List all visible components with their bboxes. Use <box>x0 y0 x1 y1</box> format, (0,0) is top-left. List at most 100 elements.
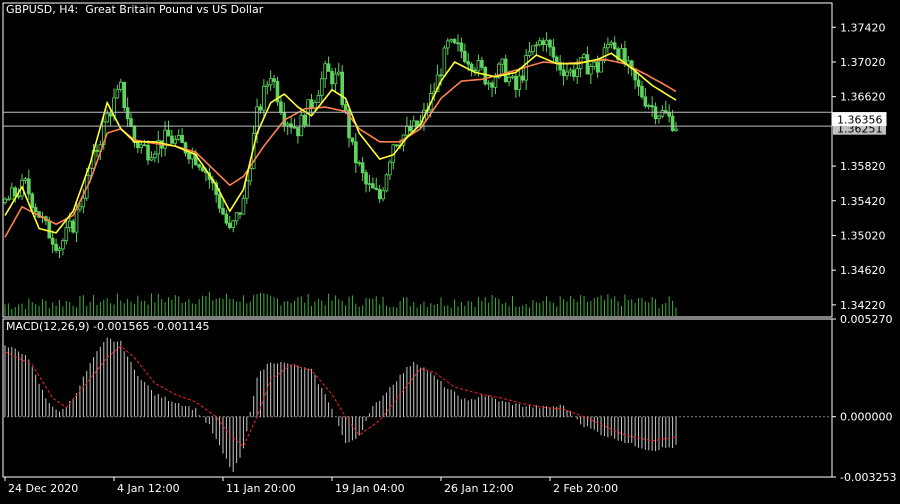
price-tick-label: 1.35020 <box>840 229 886 242</box>
candle-body <box>136 142 140 148</box>
time-tick-label: 2 Feb 20:00 <box>553 482 618 495</box>
candle <box>585 46 590 75</box>
candle-body <box>105 113 109 123</box>
candle <box>442 45 447 77</box>
candle-body <box>115 88 120 99</box>
candle-body <box>139 144 144 148</box>
candle-body <box>517 75 522 90</box>
price-axis: 1.37420 1.37020 1.36620 1.35820 1.35420 1.350… <box>832 21 886 312</box>
candle-body <box>408 126 413 132</box>
candle-body <box>371 183 375 189</box>
candle-body <box>30 193 35 208</box>
candle-body <box>442 47 447 77</box>
candle <box>142 139 147 147</box>
candle-body <box>153 153 157 159</box>
candle <box>548 38 552 56</box>
candle <box>463 43 467 64</box>
time-tick-label: 11 Jan 20:00 <box>226 482 296 495</box>
candle-body <box>636 79 641 87</box>
price-chart-title: GBPUSD, H4: Great Britain Pound vs US Do… <box>6 3 264 16</box>
candle-body <box>520 75 525 81</box>
candle <box>653 102 658 125</box>
candle <box>510 74 515 80</box>
candle <box>50 230 55 254</box>
candle-body <box>480 59 484 68</box>
candle <box>674 121 678 132</box>
candle-body <box>483 66 488 85</box>
candle-body <box>78 206 82 210</box>
candle-body <box>64 227 69 242</box>
candle <box>616 46 620 63</box>
macd-tick-label: 0.000000 <box>840 411 893 424</box>
candle-body <box>108 113 113 117</box>
candle-body <box>476 59 481 72</box>
candle <box>561 61 566 86</box>
price-tick-label: 1.35420 <box>840 195 886 208</box>
candle <box>156 130 161 164</box>
candle <box>364 169 368 193</box>
candle-body <box>292 126 297 129</box>
candle-body <box>33 207 38 212</box>
candle-body <box>262 85 266 111</box>
candle-body <box>272 78 276 82</box>
candle-body <box>54 243 58 251</box>
macd-tick-label: -0.003253 <box>840 471 896 484</box>
candle-body <box>643 96 648 107</box>
candle-body <box>336 71 341 75</box>
price-panel-frame <box>2 2 833 318</box>
candle-body <box>640 85 644 98</box>
candle-body <box>452 39 457 44</box>
candle <box>640 80 644 100</box>
price-tick-label: 1.34220 <box>840 299 886 312</box>
candle-body <box>544 39 549 45</box>
candle-body <box>340 71 345 106</box>
candle <box>282 102 287 132</box>
candle <box>95 144 99 158</box>
candle-body <box>224 213 229 224</box>
candle <box>500 58 505 73</box>
candle-body <box>326 63 331 72</box>
candle-body <box>657 115 661 120</box>
candle <box>176 129 181 141</box>
price-tick-label: 1.35820 <box>840 160 886 173</box>
candle <box>61 238 65 256</box>
candle-body <box>231 220 236 228</box>
candle <box>6 195 11 201</box>
candle <box>23 176 28 184</box>
candle-body <box>289 123 293 128</box>
candle <box>537 37 542 47</box>
candle-body <box>606 44 610 49</box>
candle <box>483 66 488 86</box>
candle-body <box>61 240 65 250</box>
candle-body <box>548 39 552 48</box>
candle-body <box>595 61 600 73</box>
candle-body <box>3 198 7 203</box>
candle <box>490 80 494 98</box>
candle <box>391 143 396 170</box>
candle <box>480 56 484 71</box>
candle-body <box>149 157 154 161</box>
candle-body <box>507 76 511 83</box>
candle <box>660 105 665 119</box>
candle <box>650 96 654 117</box>
candle-body <box>170 135 174 144</box>
candle <box>319 71 324 103</box>
candle <box>517 67 522 97</box>
candle-body <box>129 118 133 127</box>
candle-body <box>674 128 678 131</box>
candle <box>149 151 154 162</box>
candle <box>384 173 389 193</box>
candle-body <box>463 50 467 63</box>
candle-body <box>531 45 535 53</box>
candle <box>551 38 556 62</box>
candle <box>122 81 127 112</box>
candle-body <box>81 197 86 208</box>
candle <box>568 67 573 77</box>
candle-body <box>350 137 355 143</box>
candle-body <box>343 104 348 111</box>
candle-body <box>50 237 55 245</box>
candle-body <box>490 82 494 88</box>
candle-body <box>228 222 232 228</box>
candle-body <box>374 187 379 190</box>
candle-body <box>67 220 72 229</box>
